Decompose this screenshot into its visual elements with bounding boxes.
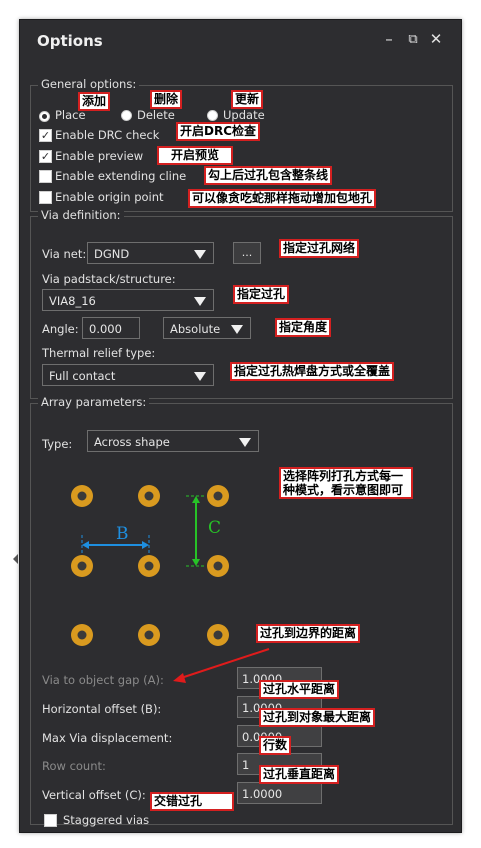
title-bar: Options – ⧉ ✕ [20, 20, 461, 64]
vertical-offset-input[interactable]: 1.0000 [237, 782, 322, 804]
thermal-label: Thermal relief type: [42, 346, 156, 360]
via-net-label: Via net: [42, 247, 87, 261]
thermal-dropdown[interactable]: Full contact [42, 364, 214, 386]
padstack-label: Via padstack/structure: [42, 272, 176, 286]
dimension-b-label: B [116, 524, 129, 544]
row-count-label: Row count: [42, 759, 106, 773]
annotation-via-net: 指定过孔网络 [279, 239, 360, 258]
annotation-update: 更新 [231, 90, 264, 109]
gap-label: Via to object gap (A): [42, 673, 164, 687]
restore-icon[interactable]: ⧉ [403, 32, 423, 47]
staggered-vias-label: Staggered vias [63, 813, 150, 827]
angle-mode-value: Absolute [170, 322, 221, 336]
enable-preview-checkbox[interactable]: ✓ [39, 150, 52, 163]
minimize-icon[interactable]: – [379, 30, 399, 48]
via-definition-legend: Via definition: [38, 208, 124, 222]
enable-extending-checkbox[interactable] [39, 170, 52, 183]
via-net-browse-button[interactable]: ... [233, 242, 261, 264]
via-grid [71, 485, 229, 646]
enable-drc-checkbox[interactable]: ✓ [39, 129, 52, 142]
place-radio[interactable] [39, 111, 50, 122]
close-icon[interactable]: ✕ [426, 30, 446, 48]
enable-extending-label: Enable extending cline [55, 169, 187, 183]
update-radio[interactable] [207, 110, 218, 121]
angle-label: Angle: [42, 322, 79, 336]
enable-preview-label: Enable preview [55, 149, 144, 163]
via-net-dropdown[interactable]: DGND [87, 242, 214, 264]
update-label: Update [223, 108, 265, 122]
annotation-staggered: 交错过孔 [150, 792, 235, 811]
angle-mode-dropdown[interactable]: Absolute [163, 317, 251, 339]
annotation-preview: 开启预览 [157, 146, 234, 165]
annotation-vertical-offset: 过孔垂直距离 [259, 765, 340, 784]
annotation-horizontal-offset: 过孔水平距离 [259, 680, 340, 699]
annotation-delete: 删除 [150, 90, 183, 109]
enable-origin-checkbox[interactable] [39, 191, 52, 204]
annotation-add: 添加 [78, 92, 111, 111]
annotation-gap: 过孔到边界的距离 [256, 624, 361, 643]
dimension-c [186, 495, 206, 567]
staggered-vias-checkbox[interactable] [44, 814, 57, 827]
vertical-offset-label: Vertical offset (C): [42, 788, 146, 802]
annotation-padstack: 指定过孔 [233, 285, 290, 304]
chevron-down-icon [231, 325, 243, 334]
annotation-row-count: 行数 [259, 736, 292, 755]
dimension-c-label: C [208, 518, 222, 538]
collapse-arrow-icon[interactable] [13, 554, 18, 564]
thermal-value: Full contact [49, 369, 116, 383]
left-edge-handle[interactable] [0, 530, 19, 590]
enable-origin-label: Enable origin point [55, 190, 164, 204]
annotation-extending: 勾上后过孔包含整条线 [204, 166, 333, 185]
chevron-down-icon [194, 372, 206, 381]
horizontal-offset-label: Horizontal offset (B): [42, 702, 162, 716]
via-net-value: DGND [94, 247, 130, 261]
annotation-origin: 可以像贪吃蛇那样拖动增加包地孔 [188, 189, 377, 208]
annotation-max-displacement: 过孔到对象最大距离 [259, 708, 376, 727]
annotation-array-mode: 选择阵列打孔方式每一种模式，看示意图即可 [279, 467, 413, 499]
delete-label: Delete [137, 108, 175, 122]
max-displacement-label: Max Via displacement: [42, 731, 173, 745]
general-options-legend: General options: [38, 77, 140, 91]
padstack-value: VIA8_16 [49, 294, 96, 308]
annotation-drc: 开启DRC检查 [176, 122, 261, 141]
enable-drc-label: Enable DRC check [55, 128, 160, 142]
window-title: Options [37, 32, 103, 50]
annotation-thermal: 指定过孔热焊盘方式或全覆盖 [230, 362, 395, 381]
options-panel: Options – ⧉ ✕ General options: Place Del… [19, 19, 462, 833]
annotation-angle: 指定角度 [275, 318, 332, 337]
delete-radio[interactable] [121, 110, 132, 121]
angle-input[interactable]: 0.000 [82, 317, 140, 339]
chevron-down-icon [194, 297, 206, 306]
padstack-dropdown[interactable]: VIA8_16 [42, 289, 214, 311]
chevron-down-icon [194, 250, 206, 259]
